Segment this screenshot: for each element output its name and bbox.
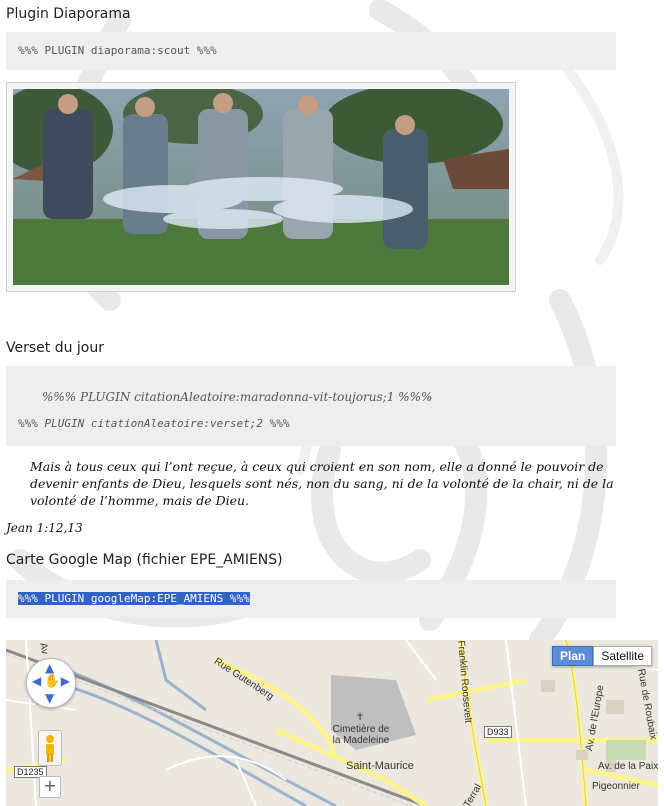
road-tag-d933: D933 (484, 726, 512, 738)
verset-code-line-2: %%% PLUGIN citationAleatoire:verset;2 %%… (18, 417, 290, 430)
map-type-control: Plan Satellite (552, 646, 653, 666)
street-view-pegman[interactable] (38, 730, 62, 766)
hand-icon: ✋ (44, 674, 61, 689)
map-label-av: Av (37, 642, 50, 656)
diaporama-code-block: %%% PLUGIN diaporama:scout %%% (6, 32, 616, 70)
pan-down-icon[interactable]: ▼ (45, 691, 54, 705)
carte-code-selected[interactable]: %%% PLUGIN googleMap:EPE_AMIENS %%% (18, 592, 250, 605)
map-pan-control[interactable]: ◀ ▶ ▲ ▼ ✋ (26, 658, 76, 708)
pegman-icon (46, 735, 54, 762)
pan-left-icon[interactable]: ◀ (32, 674, 41, 688)
slideshow-image (13, 89, 509, 285)
google-map[interactable]: Rue Gutenberg Cimetière de la Madeleine … (6, 640, 658, 806)
carte-heading: Carte Google Map (fichier EPE_AMIENS) (6, 552, 283, 568)
verse-quote: Mais à tous ceux qui l’ont reçue, à ceux… (30, 459, 614, 508)
map-label-pigeonnier: Pigeonnier (592, 781, 640, 792)
map-label-cimetiere: Cimetière de la Madeleine (332, 724, 390, 746)
map-type-plan-button[interactable]: Plan (552, 646, 594, 666)
verset-code-block: %%% PLUGIN citationAleatoire:maradonna-v… (6, 366, 616, 446)
pan-right-icon[interactable]: ▶ (61, 674, 70, 688)
diaporama-heading: Plugin Diaporama (6, 6, 131, 22)
verset-heading: Verset du jour (6, 340, 104, 356)
carte-code-block: %%% PLUGIN googleMap:EPE_AMIENS %%% (6, 580, 616, 618)
map-label-paix: Av. de la Paix (598, 761, 658, 772)
map-label-saint-maurice: Saint-Maurice (346, 760, 414, 772)
zoom-in-button[interactable]: + (39, 776, 61, 798)
verse-reference: Jean 1:12,13 (6, 521, 83, 535)
pan-up-icon[interactable]: ▲ (45, 661, 54, 675)
diaporama-code: %%% PLUGIN diaporama:scout %%% (18, 44, 217, 57)
verset-code-line-1: %%% PLUGIN citationAleatoire:maradonna-v… (42, 390, 433, 404)
slideshow-frame[interactable] (6, 82, 516, 292)
map-type-satellite-button[interactable]: Satellite (593, 646, 653, 666)
cemetery-icon: ✝ (356, 712, 365, 723)
